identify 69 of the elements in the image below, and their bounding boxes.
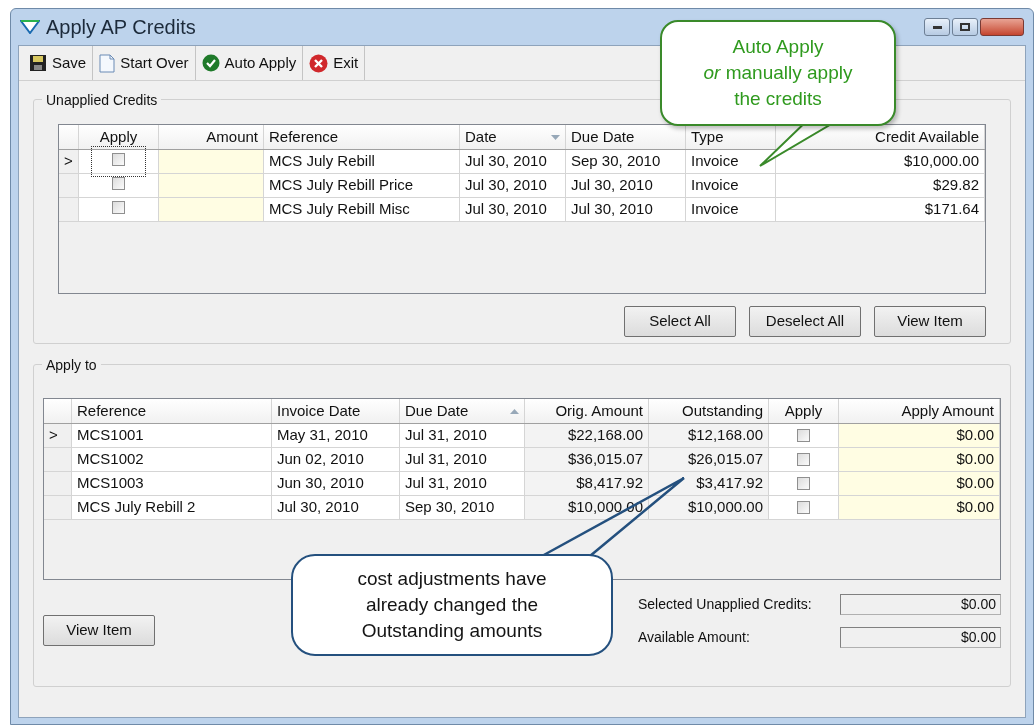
row-header[interactable]: >	[44, 424, 72, 448]
amount-field[interactable]	[159, 174, 264, 198]
app-logo-icon	[20, 20, 40, 34]
column-header[interactable]: Type	[686, 125, 776, 149]
table-cell: $12,168.00	[649, 424, 769, 448]
checkbox[interactable]	[797, 501, 810, 514]
close-button[interactable]	[980, 18, 1024, 36]
table-cell: $3,417.92	[649, 472, 769, 496]
table-cell: Invoice	[686, 198, 776, 222]
total-value: $0.00	[840, 627, 1001, 648]
column-header[interactable]: Due Date	[400, 399, 525, 423]
total-value: $0.00	[840, 594, 1001, 615]
callout-text: Auto Apply or manually apply the credits	[703, 35, 853, 111]
table-cell: $10,000.00	[649, 496, 769, 520]
table-cell: $22,168.00	[525, 424, 649, 448]
document-icon	[99, 53, 116, 73]
table-cell: $0.00	[839, 448, 1000, 472]
checkbox[interactable]	[797, 429, 810, 442]
corner-header	[59, 125, 79, 149]
table-cell: MCS July Rebill 2	[72, 496, 272, 520]
toolbar-button[interactable]: Save	[23, 46, 94, 80]
push-button[interactable]: View Item	[43, 615, 155, 646]
toolbar-button[interactable]: Exit	[303, 46, 366, 80]
table-cell: Jul 30, 2010	[566, 198, 686, 222]
minimize-button[interactable]	[924, 18, 950, 36]
column-header[interactable]: Reference	[72, 399, 272, 423]
push-button[interactable]: Deselect All	[749, 306, 861, 337]
sort-down-icon	[551, 134, 560, 140]
table-cell: $36,015.07	[525, 448, 649, 472]
table-cell: $0.00	[839, 496, 1000, 520]
callout-text: cost adjustments have already changed the Outstanding amounts	[357, 567, 547, 643]
maximize-button[interactable]	[952, 18, 978, 36]
checkbox[interactable]	[112, 153, 125, 167]
checkbox[interactable]	[112, 201, 125, 215]
column-header[interactable]: Apply Amount	[839, 399, 1000, 423]
column-header[interactable]: Amount	[159, 125, 264, 149]
row-header[interactable]: >	[59, 150, 79, 174]
column-header[interactable]: Date	[460, 125, 566, 149]
check-icon	[201, 54, 220, 72]
table-cell: $8,417.92	[525, 472, 649, 496]
amount-field[interactable]	[159, 150, 264, 174]
window-title: Apply AP Credits	[46, 15, 196, 40]
checkbox[interactable]	[797, 453, 810, 466]
column-header[interactable]: Apply	[769, 399, 839, 423]
table-cell: $0.00	[839, 472, 1000, 496]
column-header[interactable]: Invoice Date	[272, 399, 400, 423]
amount-field[interactable]	[159, 198, 264, 222]
table-cell: $26,015.07	[649, 448, 769, 472]
column-header[interactable]: Apply	[79, 125, 159, 149]
table-cell: Jul 30, 2010	[460, 198, 566, 222]
column-header[interactable]: Reference	[264, 125, 460, 149]
sort-up-icon	[510, 408, 519, 414]
table-cell: MCS July Rebill Misc	[264, 198, 460, 222]
push-button[interactable]: Select All	[624, 306, 736, 337]
close-icon	[309, 53, 329, 73]
total-label: Available Amount:	[638, 628, 751, 647]
checkbox[interactable]	[112, 177, 125, 191]
push-button[interactable]: View Item	[874, 306, 986, 337]
column-header[interactable]: Orig. Amount	[525, 399, 649, 423]
column-header[interactable]: Outstanding	[649, 399, 769, 423]
column-header[interactable]: Due Date	[566, 125, 686, 149]
table-cell: $171.64	[776, 198, 985, 222]
checkbox[interactable]	[797, 477, 810, 490]
toolbar-button[interactable]: Auto Apply	[195, 46, 304, 80]
toolbar-button[interactable]: Start Over	[93, 46, 196, 80]
corner-header	[44, 399, 72, 423]
total-label: Selected Unapplied Credits:	[638, 595, 813, 614]
table-cell: Jul 30, 2010	[272, 496, 400, 520]
table-cell: $0.00	[839, 424, 1000, 448]
